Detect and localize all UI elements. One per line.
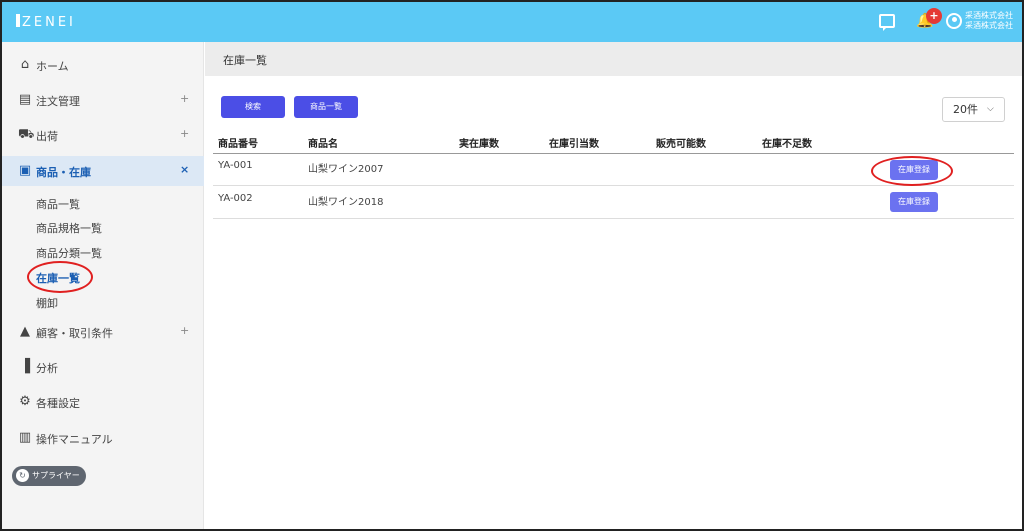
main-content: 在庫一覧 検索 商品一覧 20件 ⌵ 商品番号 商品名 実在庫数 在庫引当数 販… [205, 42, 1022, 529]
per-page-select[interactable]: 20件 ⌵ [942, 97, 1005, 122]
app-window: ZENEI 🔔 + 采酒株式会社 采酒株式会社 ⌂ ホーム ▤ 注文管理 + ⛟… [0, 0, 1024, 531]
register-stock-button[interactable]: 在庫登録 [890, 160, 938, 180]
cell-product-name: 山梨ワイン2018 [308, 197, 384, 208]
row-divider [213, 185, 1014, 186]
sidebar-item-label: 分析 [36, 362, 58, 375]
notification-badge[interactable]: + [926, 8, 942, 24]
logo-mark-icon [16, 14, 20, 27]
sidebar-item-label: 注文管理 [36, 95, 80, 108]
col-header-actual-stock: 実在庫数 [459, 139, 499, 150]
product-list-button[interactable]: 商品一覧 [294, 96, 358, 118]
inventory-icon: ▣ [18, 163, 32, 178]
supplier-switch-button[interactable]: ↻ サプライヤー [12, 466, 86, 486]
chevron-down-icon: ⌵ [987, 104, 994, 114]
sidebar-subitem-product-list[interactable]: 商品一覧 [36, 196, 80, 212]
sidebar-subitem-product-spec-list[interactable]: 商品規格一覧 [36, 220, 102, 236]
user-account-icon[interactable] [946, 13, 962, 29]
supplier-switch-label: サプライヤー [32, 471, 80, 480]
sidebar: ⌂ ホーム ▤ 注文管理 + ⛟ 出荷 + ▣ 商品・在庫 × 商品一覧 商品規… [2, 42, 204, 529]
chat-icon[interactable] [879, 14, 895, 31]
col-header-allocated-stock: 在庫引当数 [549, 139, 599, 150]
col-header-product-code: 商品番号 [218, 139, 258, 150]
expand-toggle-icon[interactable]: + [180, 127, 189, 140]
sidebar-item-label: 操作マニュアル [36, 433, 113, 446]
logo-text: ZENEI [22, 15, 76, 30]
bar-chart-icon: ▐ [20, 359, 30, 374]
top-bar: ZENEI 🔔 + 采酒株式会社 采酒株式会社 [2, 2, 1022, 42]
cell-product-name: 山梨ワイン2007 [308, 164, 384, 175]
expand-toggle-icon[interactable]: + [180, 324, 189, 337]
sidebar-item-home[interactable]: ⌂ ホーム [2, 50, 204, 80]
sidebar-subitem-product-category-list[interactable]: 商品分類一覧 [36, 245, 102, 261]
sidebar-item-products-inventory[interactable]: ▣ 商品・在庫 × [2, 156, 204, 186]
col-header-product-name: 商品名 [308, 139, 338, 150]
sidebar-item-label: 商品・在庫 [36, 166, 91, 179]
sidebar-subitem-stocktaking[interactable]: 棚卸 [36, 295, 58, 311]
page-header: 在庫一覧 [205, 42, 1022, 76]
col-header-available-stock: 販売可能数 [656, 139, 706, 150]
sidebar-item-settings[interactable]: ⚙ 各種設定 [2, 387, 204, 417]
sidebar-item-customers[interactable]: ▲ 顧客・取引条件 + [2, 317, 204, 347]
company-name-line1: 采酒株式会社 [965, 11, 1013, 20]
collapse-toggle-icon[interactable]: × [180, 163, 189, 176]
row-divider [213, 218, 1014, 219]
company-name[interactable]: 采酒株式会社 采酒株式会社 [965, 11, 1013, 31]
app-logo[interactable]: ZENEI [16, 14, 76, 30]
search-button[interactable]: 検索 [221, 96, 285, 118]
page-title: 在庫一覧 [223, 54, 267, 67]
company-name-line2: 采酒株式会社 [965, 21, 1013, 30]
register-stock-button[interactable]: 在庫登録 [890, 192, 938, 212]
orders-icon: ▤ [18, 92, 32, 107]
cell-product-code: YA-002 [218, 193, 253, 204]
sidebar-item-orders[interactable]: ▤ 注文管理 + [2, 85, 204, 115]
expand-toggle-icon[interactable]: + [180, 92, 189, 105]
person-icon: ▲ [20, 324, 30, 339]
sidebar-subitem-inventory-list[interactable]: 在庫一覧 [36, 270, 80, 286]
gear-icon: ⚙ [19, 394, 31, 409]
home-icon: ⌂ [20, 57, 30, 72]
sidebar-item-label: 各種設定 [36, 397, 80, 410]
book-icon: ▥ [18, 430, 32, 445]
sidebar-item-shipping[interactable]: ⛟ 出荷 + [2, 120, 204, 150]
sidebar-item-label: 出荷 [36, 130, 58, 143]
table-header-divider [213, 153, 1014, 154]
sidebar-item-analytics[interactable]: ▐ 分析 [2, 352, 204, 382]
per-page-value: 20件 [953, 103, 978, 116]
cell-product-code: YA-001 [218, 160, 253, 171]
col-header-shortage: 在庫不足数 [762, 139, 812, 150]
sidebar-item-manual[interactable]: ▥ 操作マニュアル [2, 423, 204, 453]
truck-icon: ⛟ [18, 127, 35, 142]
sidebar-item-label: ホーム [36, 60, 69, 73]
switch-icon: ↻ [16, 469, 29, 482]
sidebar-item-label: 顧客・取引条件 [36, 327, 113, 340]
